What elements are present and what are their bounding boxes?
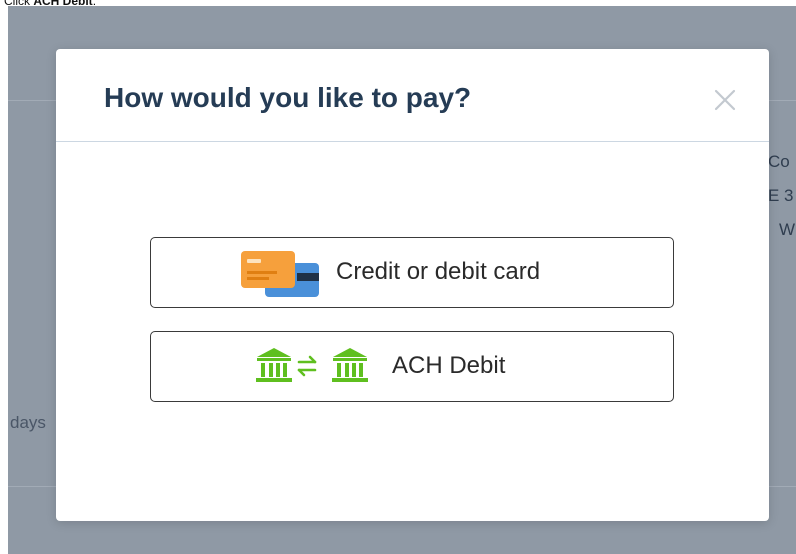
background-text: days bbox=[10, 413, 46, 432]
modal-title: How would you like to pay? bbox=[104, 82, 472, 113]
ach-debit-option-label: ACH Debit bbox=[392, 352, 506, 379]
credit-card-option-label: Credit or debit card bbox=[336, 258, 541, 285]
credit-card-icon bbox=[241, 249, 323, 304]
credit-card-option-button[interactable]: Credit or debit card bbox=[150, 237, 674, 308]
background-text: E 3 bbox=[768, 186, 794, 205]
close-button[interactable] bbox=[710, 85, 740, 115]
payment-method-modal: How would you like to pay? Credit or deb… bbox=[56, 49, 769, 521]
background-text: W bbox=[779, 220, 796, 239]
ach-debit-option-button[interactable]: ACH Debit bbox=[150, 331, 674, 402]
background-text: Co bbox=[768, 152, 790, 171]
close-icon bbox=[714, 89, 736, 111]
bank-transfer-icon bbox=[255, 347, 369, 390]
modal-header: How would you like to pay? bbox=[56, 49, 769, 142]
